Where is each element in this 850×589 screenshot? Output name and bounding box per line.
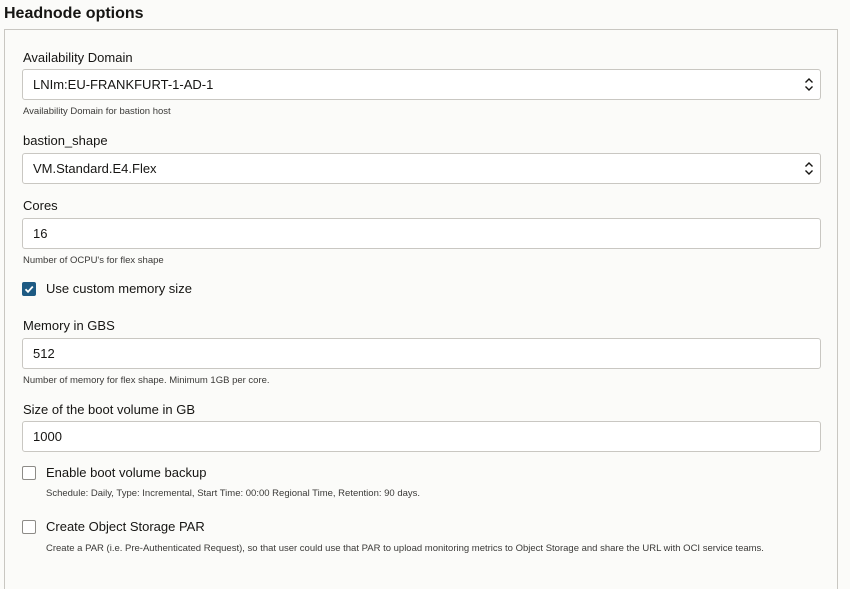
cores-input[interactable]: 16 (22, 218, 821, 249)
object-storage-par-help: Create a PAR (i.e. Pre-Authenticated Req… (46, 543, 764, 554)
cores-help: Number of OCPU's for flex shape (23, 255, 164, 266)
bastion-shape-label: bastion_shape (23, 133, 108, 148)
bastion-shape-select[interactable]: VM.Standard.E4.Flex (22, 153, 821, 184)
availability-domain-label: Availability Domain (23, 50, 133, 65)
cores-label: Cores (23, 198, 58, 213)
boot-backup-label: Enable boot volume backup (46, 465, 207, 480)
boot-volume-input[interactable]: 1000 (22, 421, 821, 452)
boot-volume-value: 1000 (33, 429, 62, 444)
availability-domain-value: LNIm:EU-FRANKFURT-1-AD-1 (33, 77, 214, 92)
headnode-options-panel: Availability Domain LNIm:EU-FRANKFURT-1-… (4, 29, 838, 589)
custom-memory-checkbox[interactable] (22, 282, 36, 296)
memory-help: Number of memory for flex shape. Minimum… (23, 375, 270, 386)
availability-domain-help: Availability Domain for bastion host (23, 106, 171, 117)
chevron-up-down-icon (805, 162, 813, 175)
object-storage-par-label: Create Object Storage PAR (46, 519, 205, 534)
boot-volume-label: Size of the boot volume in GB (23, 402, 195, 417)
boot-backup-help: Schedule: Daily, Type: Incremental, Star… (46, 488, 421, 499)
bastion-shape-value: VM.Standard.E4.Flex (33, 161, 157, 176)
checkmark-icon (24, 285, 34, 294)
memory-label: Memory in GBS (23, 318, 115, 333)
boot-backup-checkbox[interactable] (22, 466, 36, 480)
chevron-up-down-icon (805, 78, 813, 91)
memory-input[interactable]: 512 (22, 338, 821, 369)
section-title: Headnode options (4, 5, 144, 22)
memory-value: 512 (33, 346, 55, 361)
custom-memory-label: Use custom memory size (46, 281, 192, 296)
availability-domain-select[interactable]: LNIm:EU-FRANKFURT-1-AD-1 (22, 69, 821, 100)
object-storage-par-checkbox[interactable] (22, 520, 36, 534)
cores-value: 16 (33, 226, 48, 241)
